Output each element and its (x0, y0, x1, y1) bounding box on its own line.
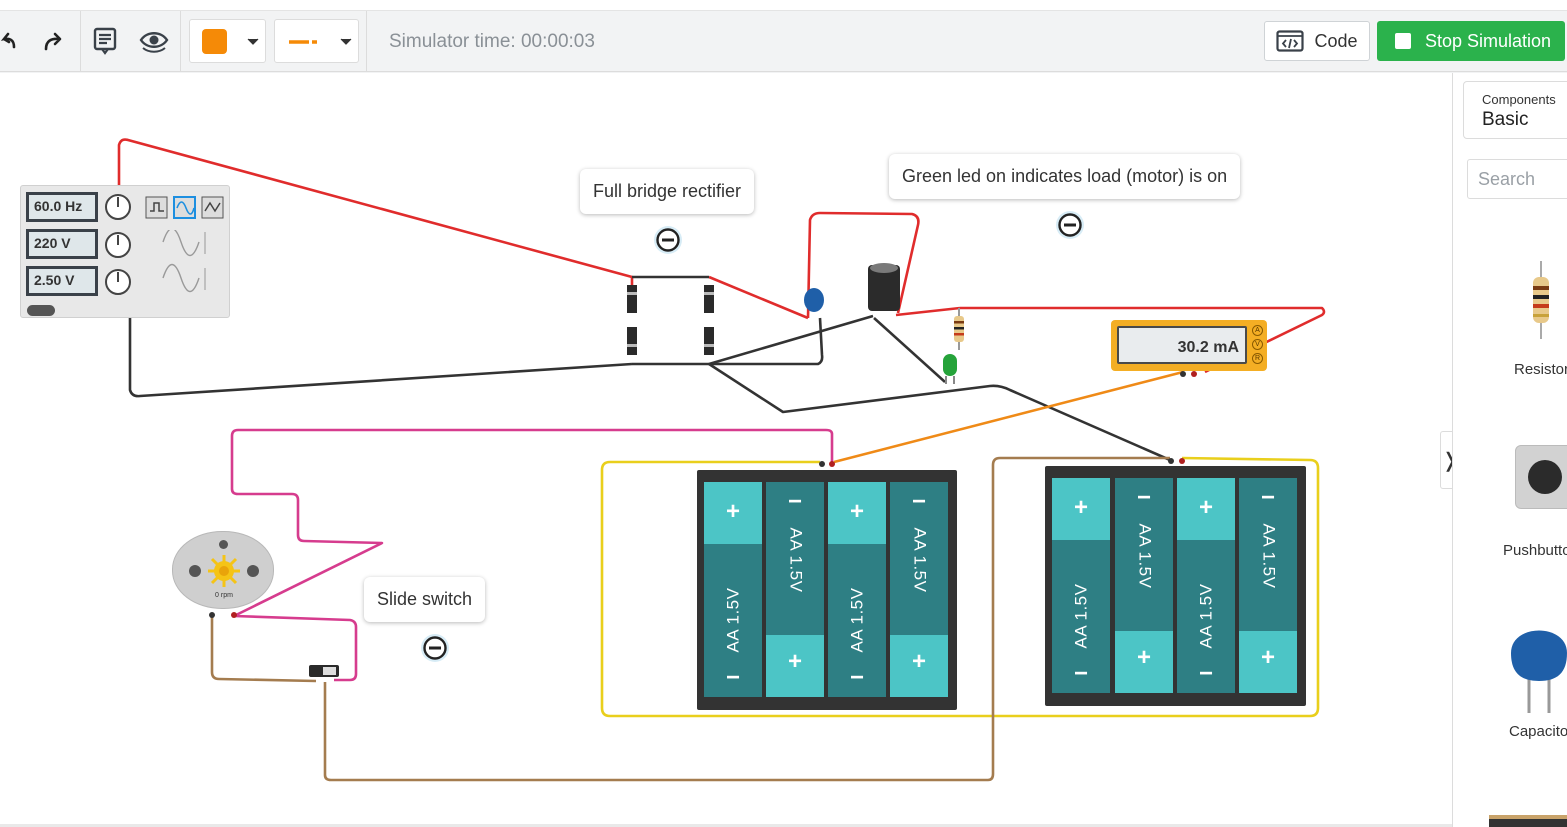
battery-cell: − + AA 1.5V (890, 482, 948, 697)
multimeter-reading: 30.2 mA (1117, 326, 1247, 364)
components-category-select[interactable]: Components Basic (1463, 81, 1567, 139)
toolbar: Simulator time: 00:00:03 Code Stop Simul… (0, 11, 1567, 72)
function-generator[interactable]: 60.0 Hz 220 V 2.50 V (20, 185, 230, 318)
note-collapse-icon[interactable] (420, 633, 450, 663)
capacitor-icon[interactable] (1507, 613, 1567, 713)
offset-display: 2.50 V (26, 266, 98, 296)
battery-pack-right[interactable]: + − AA 1.5V − + AA 1.5V + − AA 1.5V − + AA 1… (1045, 466, 1306, 706)
multimeter[interactable]: 30.2 mA A V R (1111, 320, 1267, 371)
amplitude-display: 220 V (26, 229, 98, 259)
fg-knobs[interactable] (103, 191, 133, 301)
battery-component-icon[interactable] (1489, 815, 1567, 827)
note-collapse-icon[interactable] (1055, 210, 1085, 240)
pushbutton-icon[interactable] (1515, 445, 1567, 509)
chevron-down-icon (340, 38, 352, 45)
wire-color-dropdown[interactable] (189, 19, 266, 63)
battery-cell: − + AA 1.5V (1115, 478, 1173, 693)
note-collapse-icon[interactable] (653, 225, 683, 255)
diodes (627, 285, 714, 355)
code-button[interactable]: Code (1264, 21, 1370, 61)
notes-icon[interactable] (89, 21, 121, 61)
mode-a[interactable]: A (1252, 325, 1263, 336)
wire-color-swatch (202, 29, 227, 54)
components-panel: Components Basic Resistor Pushbutton Cap… (1452, 73, 1567, 827)
component-label-pushbutton[interactable]: Pushbutton (1503, 542, 1567, 559)
stop-icon (1395, 33, 1411, 49)
mode-r[interactable]: R (1252, 353, 1263, 364)
top-strip (0, 0, 1567, 11)
power-switch[interactable] (27, 305, 55, 316)
ceramic-capacitor (804, 288, 824, 312)
battery-cell: − + AA 1.5V (1239, 478, 1297, 693)
simulator-time: Simulator time: 00:00:03 (389, 31, 595, 52)
circuit-canvas[interactable]: 60.0 Hz 220 V 2.50 V Full bridge rectifi… (0, 73, 1452, 827)
search-input[interactable] (1467, 159, 1567, 199)
battery-cell: + − AA 1.5V (1177, 478, 1235, 693)
frequency-display: 60.0 Hz (26, 192, 98, 222)
note-bridge[interactable]: Full bridge rectifier (580, 169, 755, 214)
note-led[interactable]: Green led on indicates load (motor) is o… (889, 154, 1241, 199)
waveform-buttons[interactable] (145, 196, 225, 220)
waveform-preview (162, 230, 206, 293)
green-led (943, 354, 957, 384)
battery-cell: − + AA 1.5V (766, 482, 824, 697)
components-label: Components (1482, 92, 1556, 107)
stop-simulation-label: Stop Simulation (1425, 30, 1552, 51)
slide-switch (309, 665, 339, 677)
resistor-icon[interactable] (1529, 261, 1553, 339)
component-label-capacitor[interactable]: Capacitor (1509, 723, 1567, 740)
code-button-label: Code (1314, 30, 1358, 51)
dc-motor[interactable]: 0 rpm (172, 531, 274, 609)
wire-type-dropdown[interactable] (274, 19, 359, 63)
components-category: Basic (1482, 109, 1529, 130)
electrolytic-capacitor (868, 263, 900, 311)
resistor (954, 308, 964, 350)
sun-gear-icon (208, 555, 240, 587)
wire-type-icon (289, 40, 317, 44)
component-label-resistor[interactable]: Resistor (1514, 361, 1567, 378)
stop-simulation-button[interactable]: Stop Simulation (1377, 21, 1565, 61)
chevron-down-icon (247, 38, 259, 45)
redo-icon[interactable] (38, 21, 68, 61)
battery-cell: + − AA 1.5V (1052, 478, 1110, 693)
undo-icon[interactable] (0, 21, 22, 61)
motor-speed: 0 rpm (215, 592, 233, 599)
mode-v[interactable]: V (1252, 339, 1263, 350)
battery-cell: + − AA 1.5V (704, 482, 762, 697)
note-switch[interactable]: Slide switch (364, 577, 486, 622)
visibility-icon[interactable] (137, 21, 171, 61)
code-icon (1276, 30, 1305, 52)
battery-pack-left[interactable]: + − AA 1.5V − + AA 1.5V + − AA 1.5V − + AA 1… (697, 470, 957, 710)
battery-cell: + − AA 1.5V (828, 482, 886, 697)
